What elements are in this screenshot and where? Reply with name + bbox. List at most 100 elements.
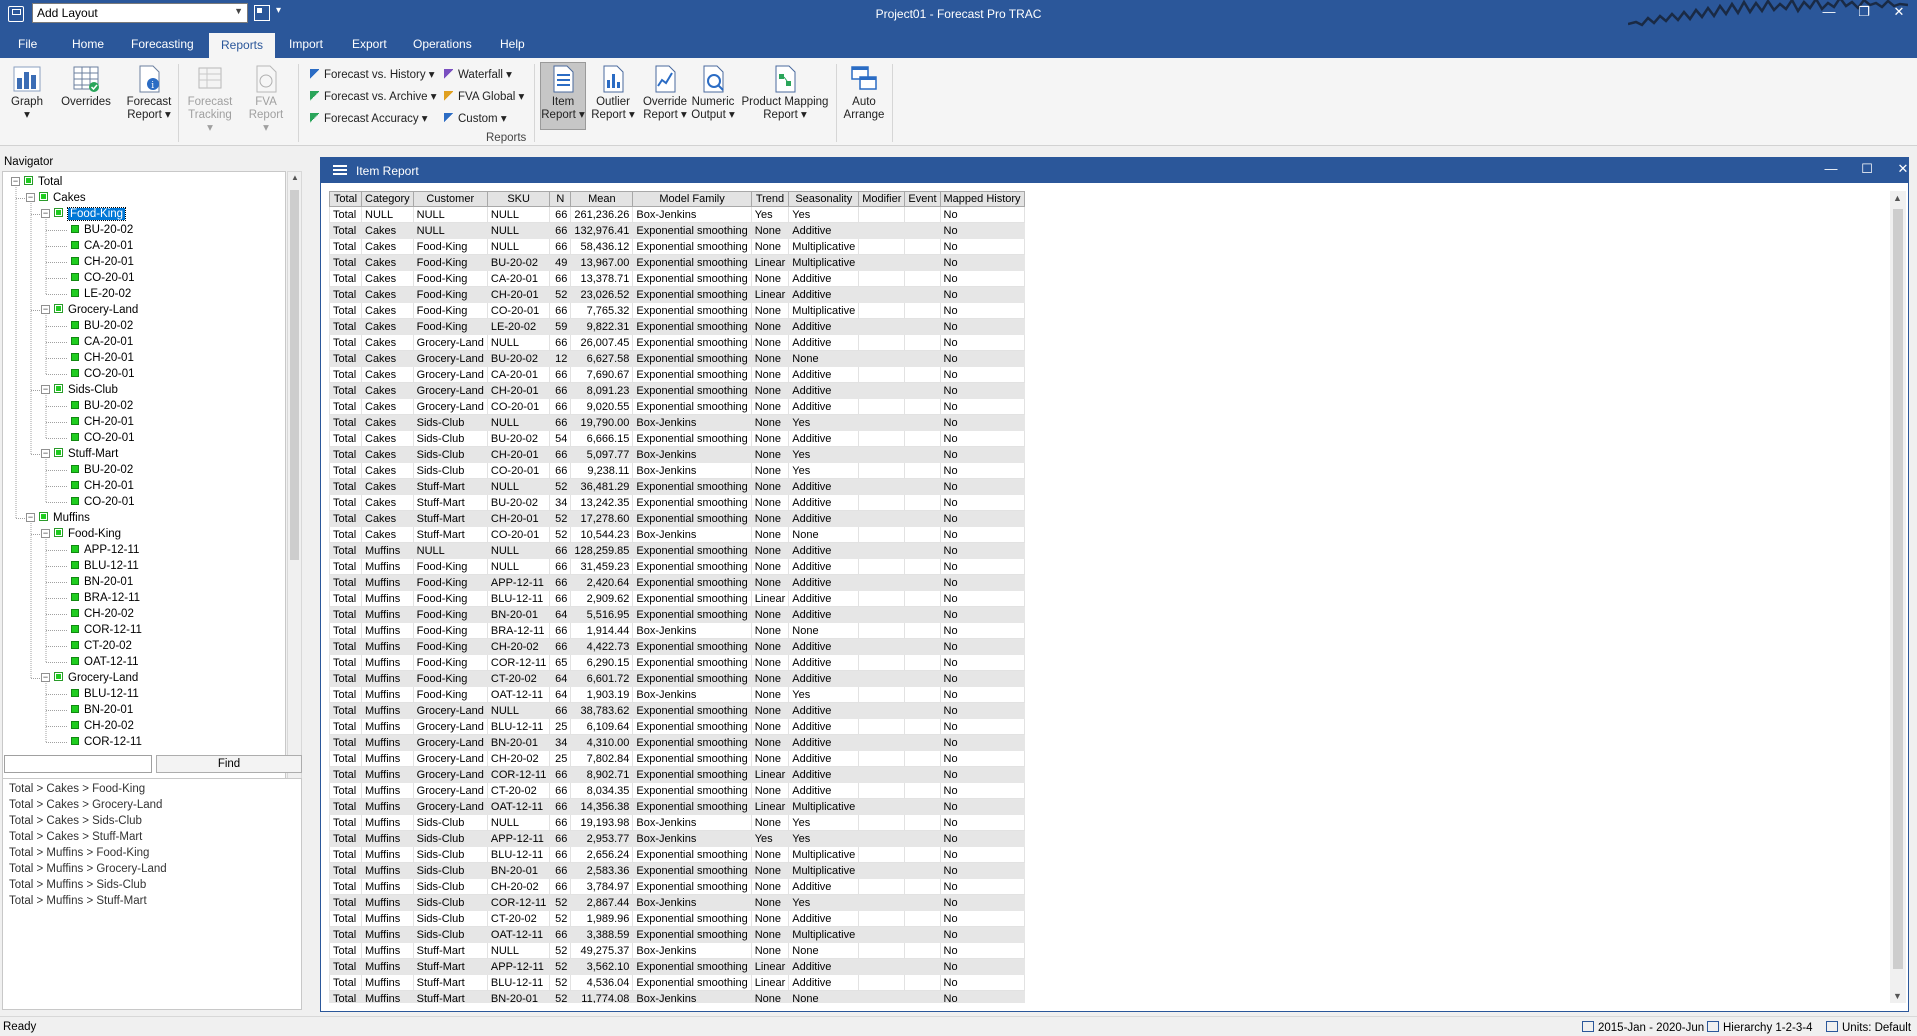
table-row[interactable]: Total Cakes Food-King CA-20-01 66 13,378.71 Ex… [329, 270, 1025, 287]
table-row[interactable]: Total Muffins Food-King CH-20-02 66 4,422.73 E… [329, 638, 1025, 655]
tree-node-item[interactable]: COR-12-11 [56, 735, 142, 749]
column-header[interactable]: Seasonality [788, 191, 860, 207]
table-row[interactable]: Total Muffins Grocery-Land BN-20-01 34 4,310.… [329, 734, 1025, 751]
path-list[interactable]: Total > Cakes > Food-King Total > Cakes >… [2, 778, 302, 1010]
path-list-item[interactable]: Total > Muffins > Food-King [9, 845, 295, 861]
item-report-button[interactable]: Item Report ▾ [540, 62, 586, 130]
forecast-accuracy-button[interactable]: Forecast Accuracy ▾ [310, 111, 428, 125]
tree-node-group[interactable]: − Food-King [41, 207, 127, 221]
table-row[interactable]: Total Cakes Grocery-Land CO-20-01 66 9,020.55… [329, 398, 1025, 415]
table-row[interactable]: Total Cakes Food-King LE-20-02 59 9,822.31 Exp… [329, 318, 1025, 335]
forecast-vs-history-button[interactable]: Forecast vs. History ▾ [310, 67, 435, 81]
table-row[interactable]: Total Cakes Food-King NULL 66 58,436.12 Expone… [329, 238, 1025, 255]
tree-node-item[interactable]: BU-20-02 [56, 319, 133, 333]
tab-operations[interactable]: Operations [407, 35, 478, 53]
table-row[interactable]: Total Muffins Sids-Club CH-20-02 66 3,784.97 E… [329, 878, 1025, 895]
hierarchy-indicator[interactable]: Hierarchy 1-2-3-4 [1707, 1021, 1812, 1034]
column-header[interactable]: Trend [750, 191, 790, 207]
collapse-icon[interactable]: − [26, 193, 35, 202]
layout-combo[interactable]: Add Layout ▼ [32, 3, 248, 23]
path-list-item[interactable]: Total > Cakes > Stuff-Mart [9, 829, 295, 845]
table-row[interactable]: Total Muffins Stuff-Mart APP-12-11 52 3,562.1… [329, 958, 1025, 975]
window-layout-icon[interactable] [254, 5, 270, 21]
tree-node-group[interactable]: − Sids-Club [41, 383, 118, 397]
column-header[interactable]: N [549, 191, 572, 207]
table-row[interactable]: Total Muffins Grocery-Land COR-12-11 66 8,902… [329, 766, 1025, 783]
table-row[interactable]: Total Muffins Food-King OAT-12-11 64 1,903.19… [329, 686, 1025, 703]
scroll-up-icon[interactable]: ▲ [289, 173, 301, 187]
table-row[interactable]: Total Muffins Food-King BN-20-01 64 5,516.95 E… [329, 606, 1025, 623]
units-indicator[interactable]: Units: Default [1826, 1021, 1911, 1034]
tree-node-item[interactable]: CH-20-01 [56, 351, 134, 365]
numeric-output-button[interactable]: Numeric Output ▾ [690, 64, 736, 122]
save-icon[interactable] [8, 6, 24, 22]
restore-button[interactable]: ❐ [1853, 3, 1875, 21]
forecast-tracking-button[interactable]: Forecast Tracking ▾ [184, 64, 236, 135]
fva-report-button[interactable]: FVA Report ▾ [246, 64, 286, 135]
tree-node-group[interactable]: − Grocery-Land [41, 671, 138, 685]
table-row[interactable]: Total Cakes NULL NULL 66 132,976.41 Exponentia… [329, 222, 1025, 239]
tree-node-item[interactable]: CH-20-01 [56, 415, 134, 429]
tree-node-item[interactable]: CO-20-01 [56, 271, 135, 285]
table-row[interactable]: Total Cakes Stuff-Mart BU-20-02 34 13,242.35 E… [329, 494, 1025, 511]
override-report-button[interactable]: Override Report ▾ [640, 64, 690, 122]
tab-help[interactable]: Help [494, 35, 531, 53]
custom-button[interactable]: Custom ▾ [444, 111, 507, 125]
table-row[interactable]: Total Muffins Food-King BLU-12-11 66 2,909.62… [329, 590, 1025, 607]
table-row[interactable]: Total Cakes Sids-Club CO-20-01 66 9,238.11 Box… [329, 462, 1025, 479]
outlier-report-button[interactable]: Outlier Report ▾ [590, 64, 636, 122]
auto-arrange-button[interactable]: Auto Arrange [842, 64, 886, 122]
tree-node-item[interactable]: CO-20-01 [56, 431, 135, 445]
tree-node-item[interactable]: CT-20-02 [56, 639, 132, 653]
product-mapping-report-button[interactable]: Product Mapping Report ▾ [738, 64, 832, 122]
tree-node-group[interactable]: − Cakes [26, 191, 86, 205]
path-list-item[interactable]: Total > Cakes > Sids-Club [9, 813, 295, 829]
table-row[interactable]: Total NULL NULL NULL 66 261,236.26 Box-Jenkins… [329, 206, 1025, 223]
tree-node-item[interactable]: CH-20-01 [56, 479, 134, 493]
tree-node-item[interactable]: BLU-12-11 [56, 559, 139, 573]
tree-node-item[interactable]: BLU-12-11 [56, 687, 139, 701]
table-row[interactable]: Total Muffins Food-King COR-12-11 65 6,290.15… [329, 654, 1025, 671]
waterfall-button[interactable]: Waterfall ▾ [444, 67, 512, 81]
tree-node-item[interactable]: BU-20-02 [56, 223, 133, 237]
table-row[interactable]: Total Muffins Sids-Club CT-20-02 52 1,989.96 E… [329, 910, 1025, 927]
tree-node-item[interactable]: COR-12-11 [56, 623, 142, 637]
table-row[interactable]: Total Muffins Stuff-Mart NULL 52 49,275.37 Box… [329, 942, 1025, 959]
tree-node-group[interactable]: − Grocery-Land [41, 303, 138, 317]
scroll-thumb[interactable] [290, 190, 299, 560]
tree-node-item[interactable]: CA-20-01 [56, 335, 133, 349]
tab-file[interactable]: File [12, 35, 43, 53]
tree-node-group[interactable]: − Total [11, 175, 62, 189]
table-row[interactable]: Total Cakes Food-King CO-20-01 66 7,765.32 Exp… [329, 302, 1025, 319]
collapse-icon[interactable]: − [41, 529, 50, 538]
forecast-report-button[interactable]: i Forecast Report ▾ [124, 64, 174, 122]
tree-node-item[interactable]: BU-20-02 [56, 399, 133, 413]
tree-node-group[interactable]: − Food-King [41, 527, 121, 541]
minimize-button[interactable]: — [1818, 3, 1840, 21]
graph-button[interactable]: Graph ▾ [8, 64, 46, 122]
tab-import[interactable]: Import [283, 35, 329, 53]
forecast-vs-archive-button[interactable]: Forecast vs. Archive ▾ [310, 89, 437, 103]
table-row[interactable]: Total Cakes Sids-Club NULL 66 19,790.00 Box-Je… [329, 414, 1025, 431]
table-row[interactable]: Total Cakes Stuff-Mart CH-20-01 52 17,278.60 E… [329, 510, 1025, 527]
tree-node-item[interactable]: BN-20-01 [56, 575, 133, 589]
tree-node-item[interactable]: BRA-12-11 [56, 591, 140, 605]
tree-node-item[interactable]: CH-20-02 [56, 607, 134, 621]
report-maximize-button[interactable]: ☐ [1857, 161, 1877, 177]
scroll-thumb[interactable] [1893, 209, 1903, 969]
column-header[interactable]: Total [329, 191, 362, 207]
table-row[interactable]: Total Cakes Food-King CH-20-01 52 23,026.52 Ex… [329, 286, 1025, 303]
column-header[interactable]: Category [361, 191, 414, 207]
tab-export[interactable]: Export [346, 35, 393, 53]
column-header[interactable]: Modifier [858, 191, 906, 207]
table-row[interactable]: Total Muffins Sids-Club OAT-12-11 66 3,388.59… [329, 926, 1025, 943]
tab-forecasting[interactable]: Forecasting [125, 35, 200, 53]
table-row[interactable]: Total Muffins Sids-Club COR-12-11 52 2,867.44… [329, 894, 1025, 911]
collapse-icon[interactable]: − [41, 385, 50, 394]
table-row[interactable]: Total Muffins Stuff-Mart BLU-12-11 52 4,536.0… [329, 974, 1025, 991]
column-header[interactable]: Customer [412, 191, 488, 207]
collapse-icon[interactable]: − [41, 209, 50, 218]
table-row[interactable]: Total Muffins NULL NULL 66 128,259.85 Exponent… [329, 542, 1025, 559]
column-header[interactable]: Event [904, 191, 941, 207]
tree-node-item[interactable]: CO-20-01 [56, 367, 135, 381]
